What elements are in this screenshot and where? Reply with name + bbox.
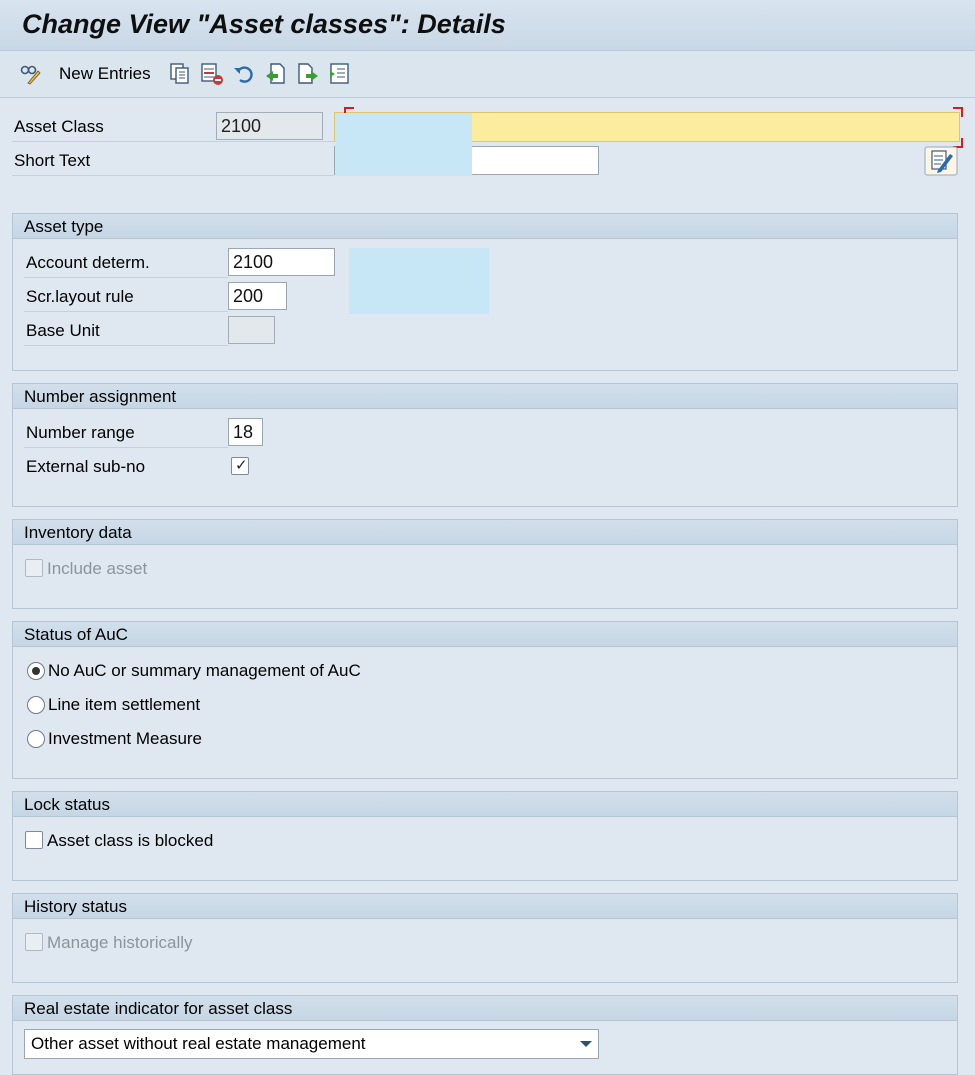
page-title: Change View "Asset classes": Details xyxy=(22,9,506,39)
radio-selected-dot xyxy=(32,667,40,675)
investment-measure-label: Investment Measure xyxy=(48,729,203,748)
next-entry-icon[interactable] xyxy=(296,62,320,86)
account-determ-field[interactable]: 2100 xyxy=(228,248,335,276)
long-text-edit-icon[interactable] xyxy=(924,146,958,176)
base-unit-label: Base Unit xyxy=(26,321,100,340)
scr-layout-rule-field[interactable]: 200 xyxy=(228,282,287,310)
application-toolbar: New Entries xyxy=(0,51,975,98)
new-entries-button[interactable]: New Entries xyxy=(59,64,151,84)
title-bar: Change View "Asset classes": Details xyxy=(0,0,975,51)
divider xyxy=(24,311,228,312)
redacted-area xyxy=(349,248,489,314)
auc-summary-radio[interactable] xyxy=(27,662,45,680)
scr-layout-rule-label: Scr.layout rule xyxy=(26,287,134,306)
group-title: History status xyxy=(13,894,957,919)
real-estate-indicator-dropdown[interactable]: Other asset without real estate manageme… xyxy=(24,1029,599,1059)
previous-entry-icon[interactable] xyxy=(264,62,288,86)
divider xyxy=(12,141,334,142)
display-change-icon[interactable] xyxy=(18,62,42,86)
inventory-data-group: Inventory data xyxy=(12,519,958,609)
chevron-down-icon xyxy=(580,1041,592,1047)
group-title: Real estate indicator for asset class xyxy=(13,996,957,1021)
manage-historically-label: Manage historically xyxy=(47,933,193,952)
divider xyxy=(24,277,228,278)
group-title: Lock status xyxy=(13,792,957,817)
group-title: Asset type xyxy=(13,214,957,239)
line-item-settlement-label: Line item settlement xyxy=(48,695,201,714)
checkmark-icon: ✓ xyxy=(235,457,248,474)
dropdown-value: Other asset without real estate manageme… xyxy=(31,1034,366,1053)
include-asset-label: Include asset xyxy=(47,559,148,578)
line-item-settlement-radio[interactable] xyxy=(27,696,45,714)
required-marker xyxy=(953,107,963,117)
asset-class-blocked-label: Asset class is blocked xyxy=(47,831,214,850)
select-all-icon[interactable] xyxy=(328,62,352,86)
group-title: Inventory data xyxy=(13,520,957,545)
divider xyxy=(12,175,334,176)
short-text-label: Short Text xyxy=(14,151,91,170)
external-sub-no-checkbox[interactable]: ✓ xyxy=(231,457,249,475)
group-title: Status of AuC xyxy=(13,622,957,647)
copy-icon[interactable] xyxy=(168,62,192,86)
redacted-area xyxy=(335,113,472,176)
undo-icon[interactable] xyxy=(232,62,256,86)
external-sub-no-label: External sub-no xyxy=(26,457,146,476)
number-range-label: Number range xyxy=(26,423,135,442)
group-title: Number assignment xyxy=(13,384,957,409)
include-asset-checkbox[interactable] xyxy=(25,559,43,577)
auc-summary-label: No AuC or summary management of AuC xyxy=(48,661,361,680)
divider xyxy=(24,447,228,448)
delete-icon[interactable] xyxy=(200,62,224,86)
asset-class-label: Asset Class xyxy=(14,117,104,136)
asset-class-blocked-checkbox[interactable] xyxy=(25,831,43,849)
investment-measure-radio[interactable] xyxy=(27,730,45,748)
account-determ-label: Account determ. xyxy=(26,253,150,272)
manage-historically-checkbox[interactable] xyxy=(25,933,43,951)
divider xyxy=(24,345,228,346)
number-assignment-group: Number assignment xyxy=(12,383,958,507)
asset-class-field[interactable]: 2100 xyxy=(216,112,323,140)
number-range-field[interactable]: 18 xyxy=(228,418,263,446)
base-unit-field[interactable] xyxy=(228,316,275,344)
